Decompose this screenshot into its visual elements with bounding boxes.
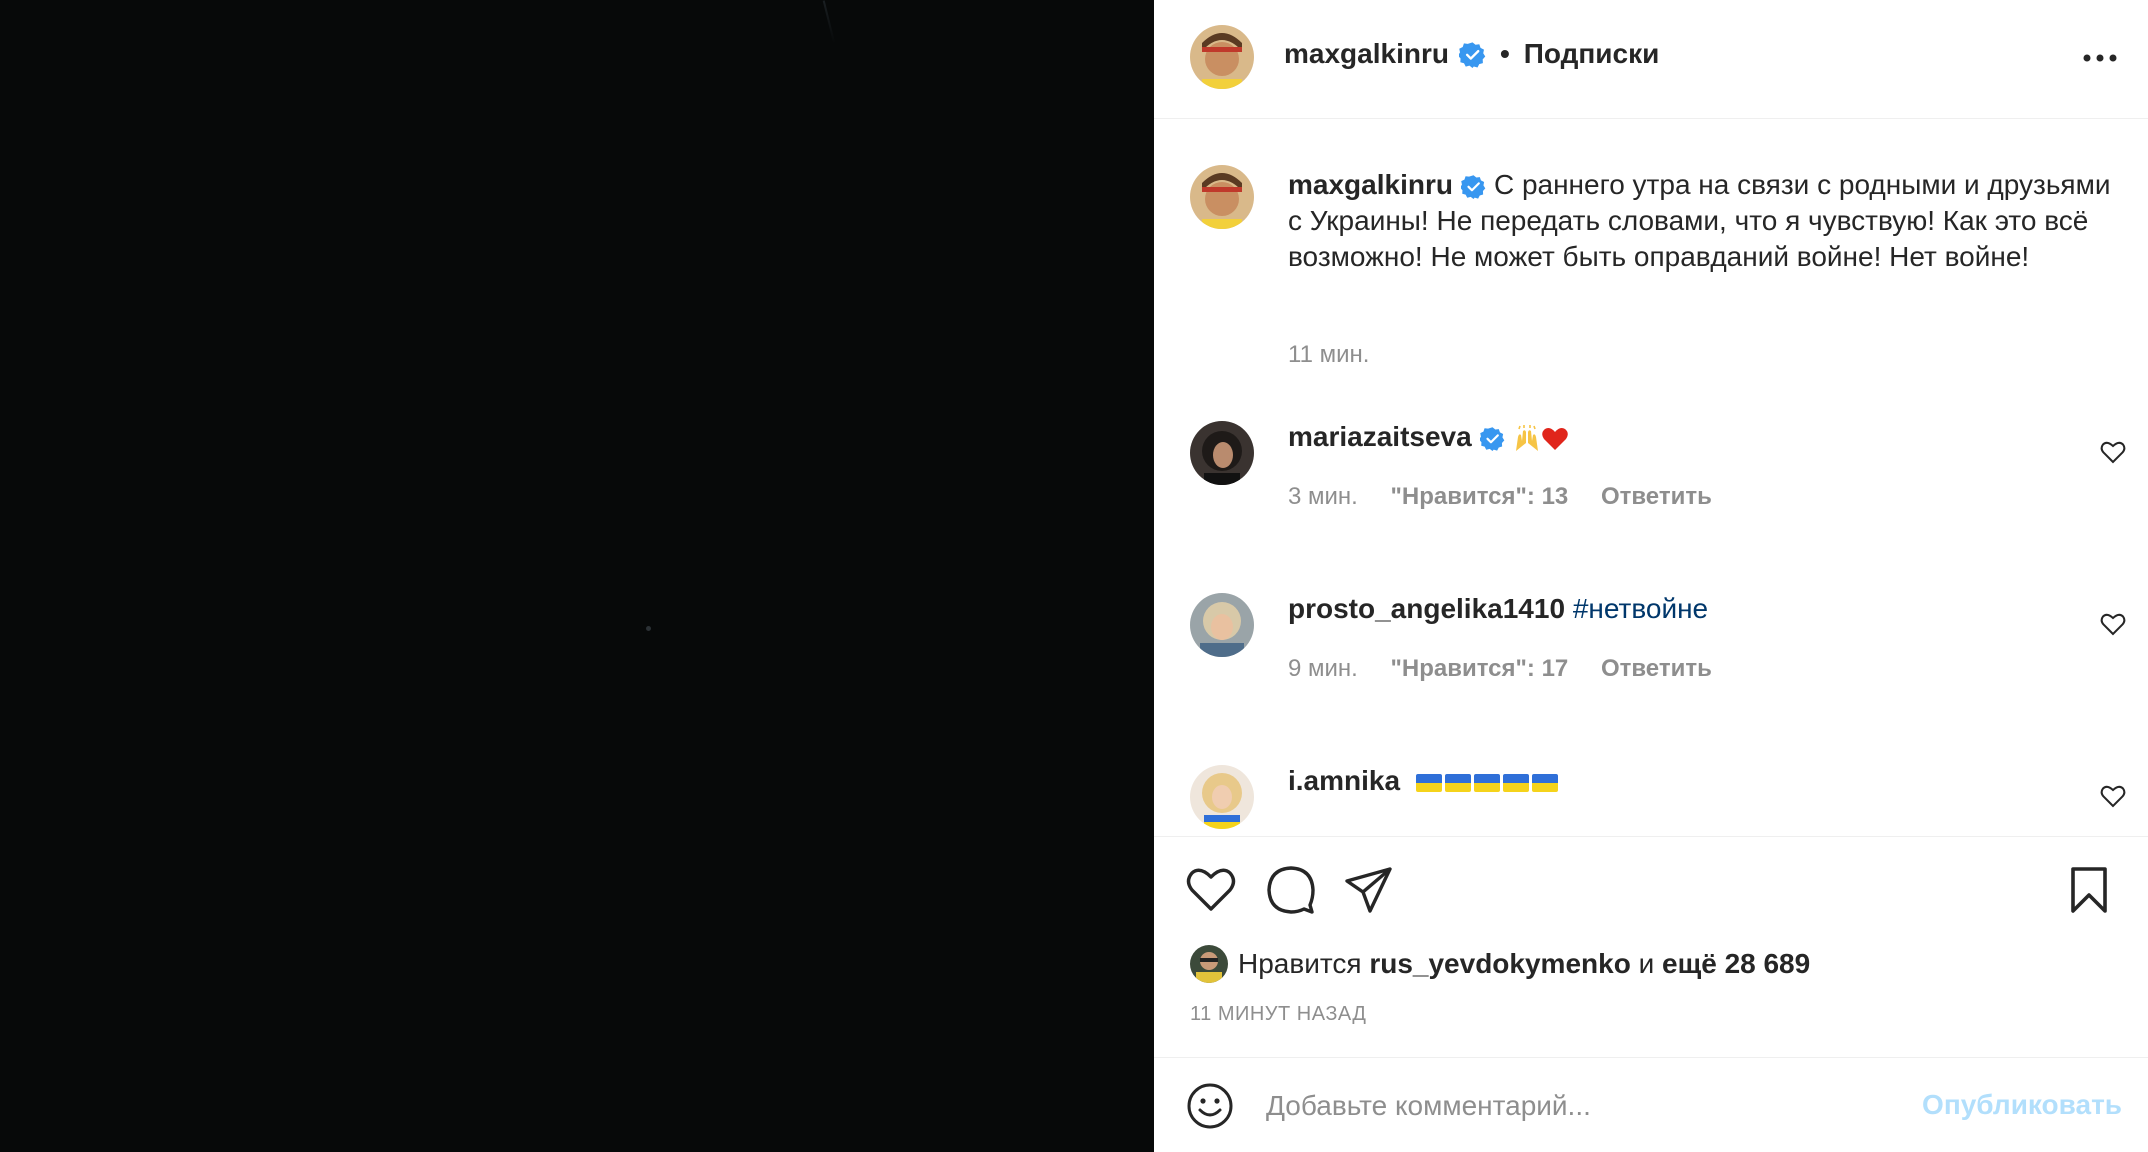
media-light-streak [822, 0, 836, 44]
save-bookmark-icon[interactable] [2064, 865, 2114, 915]
comment-bubble-icon[interactable] [1266, 865, 1316, 915]
ukraine-flag-emoji-icon [1502, 773, 1529, 792]
comment-time[interactable]: 3 мин. [1288, 483, 1358, 510]
post-sidebar: maxgalkinru • Подписки maxgalkinru С ран… [1154, 0, 2148, 1152]
comment-input[interactable] [1264, 1080, 1908, 1132]
ukraine-flag-emoji-icon [1473, 773, 1500, 792]
commenter-avatar[interactable] [1190, 421, 1254, 485]
ukraine-flag-emoji-icon [1531, 773, 1558, 792]
comment-time[interactable]: 9 мин. [1288, 655, 1358, 682]
caption-time[interactable]: 11 мин. [1288, 341, 1369, 369]
commenter-avatar[interactable] [1190, 593, 1254, 657]
comment-text-row: mariazaitseva [1288, 419, 1569, 455]
comment-username[interactable]: prosto_angelika1410 [1288, 593, 1565, 624]
header-user-row: maxgalkinru • Подписки [1284, 38, 1659, 70]
publish-button[interactable]: Опубликовать [1922, 1089, 2122, 1121]
ukraine-flag-emoji-icon [1444, 773, 1471, 792]
liker-avatar[interactable] [1190, 945, 1228, 983]
red-heart-emoji-icon [1541, 427, 1568, 450]
post-actions: Нравится rus_yevdokymenko и ещё 28 689 1… [1154, 836, 2148, 1057]
likes-count-link[interactable]: ещё 28 689 [1662, 948, 1810, 980]
comment-reply-button[interactable]: Ответить [1601, 655, 1712, 682]
comment-like-heart-icon[interactable] [2100, 783, 2126, 809]
hashtag-link[interactable]: #нетвойне [1573, 593, 1708, 624]
comment-item: mariazaitseva 3 мин. "Нравится": 13 Отве… [1154, 419, 2148, 529]
comment-like-heart-icon[interactable] [2100, 611, 2126, 637]
comment-likes-count[interactable]: "Нравится": 17 [1391, 655, 1569, 682]
commenter-avatar[interactable] [1190, 765, 1254, 829]
verified-badge-icon [1460, 175, 1486, 200]
liker-username[interactable]: rus_yevdokymenko [1369, 948, 1630, 980]
comments-section[interactable]: maxgalkinru С раннего утра на связи с род… [1154, 119, 2148, 836]
header-username[interactable]: maxgalkinru [1284, 38, 1449, 70]
comment-item: prosto_angelika1410 #нетвойне 9 мин. "Нр… [1154, 591, 2148, 701]
add-comment-bar: Опубликовать [1154, 1057, 2148, 1152]
comment-reply-button[interactable]: Ответить [1601, 483, 1712, 510]
likes-summary: Нравится rus_yevdokymenko и ещё 28 689 [1190, 945, 1810, 983]
verified-badge-icon [1458, 41, 1486, 68]
comment-username[interactable]: mariazaitseva [1288, 421, 1472, 452]
post-timestamp[interactable]: 11 МИНУТ НАЗАД [1190, 1003, 1366, 1026]
header-separator: • [1499, 38, 1510, 69]
comment-item: i.amnika [1154, 763, 2148, 836]
comment-text-row: i.amnika [1288, 763, 1558, 799]
more-icon [2083, 54, 2117, 62]
author-avatar[interactable] [1190, 25, 1254, 89]
instagram-post-page: maxgalkinru • Подписки maxgalkinru С ран… [0, 0, 2148, 1152]
comment-like-heart-icon[interactable] [2100, 439, 2126, 465]
post-media[interactable] [0, 0, 1154, 1152]
comment-meta: 3 мин. "Нравится": 13 Ответить [1288, 483, 1738, 511]
post-header: maxgalkinru • Подписки [1154, 0, 2148, 119]
media-light-dot [646, 626, 651, 631]
comment-username[interactable]: i.amnika [1288, 765, 1400, 796]
emoji-smile-icon[interactable] [1186, 1082, 1234, 1130]
verified-badge-icon [1479, 427, 1504, 452]
following-button[interactable]: Подписки [1524, 38, 1660, 70]
likes-prefix: Нравится [1238, 948, 1362, 979]
likes-connector: и [1638, 948, 1655, 979]
caption-username[interactable]: maxgalkinru [1288, 169, 1453, 200]
more-options-button[interactable] [2080, 40, 2120, 76]
caption-text-block: maxgalkinru С раннего утра на связи с род… [1288, 167, 2118, 275]
comment-text-row: prosto_angelika1410 #нетвойне [1288, 591, 1708, 627]
comment-meta: 9 мин. "Нравится": 17 Ответить [1288, 655, 1738, 683]
share-paper-plane-icon[interactable] [1344, 865, 1394, 915]
raising-hands-emoji-icon [1515, 424, 1538, 451]
comment-likes-count[interactable]: "Нравится": 13 [1391, 483, 1569, 510]
caption-author-avatar[interactable] [1190, 165, 1254, 229]
ukraine-flag-emoji-icon [1415, 773, 1442, 792]
like-heart-icon[interactable] [1186, 865, 1236, 915]
